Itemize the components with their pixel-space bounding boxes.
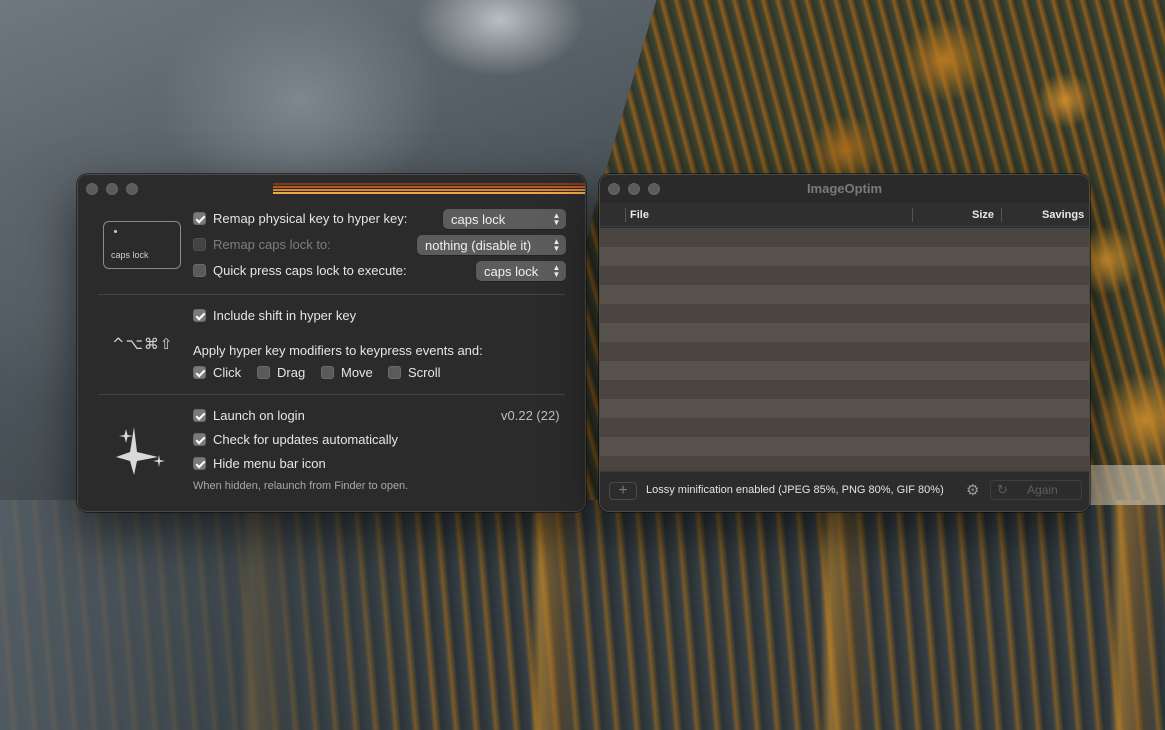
event-scroll-row[interactable]: Scroll xyxy=(388,365,441,380)
quick-press-label: Quick press caps lock to execute: xyxy=(213,263,407,278)
chevron-updown-icon: ▲ ▼ xyxy=(552,237,561,253)
file-table-body[interactable] xyxy=(600,228,1089,471)
imageoptim-window: ImageOptim File Size Savings + Lossy min… xyxy=(599,174,1090,512)
event-drag-row[interactable]: Drag xyxy=(257,365,305,380)
hyperkey-settings-window: caps lock Remap physical key to hyper ke… xyxy=(77,174,586,512)
table-row xyxy=(600,437,1089,456)
hide-menu-bar-icon-checkbox[interactable] xyxy=(193,457,206,470)
quick-press-select-value: caps lock xyxy=(484,263,539,279)
table-row xyxy=(600,342,1089,361)
include-shift-label: Include shift in hyper key xyxy=(213,308,357,323)
close-button[interactable] xyxy=(86,183,98,195)
table-row xyxy=(600,399,1089,418)
section-divider xyxy=(98,394,565,395)
reload-icon: ↻ xyxy=(997,482,1008,497)
table-row xyxy=(600,304,1089,323)
status-bar: + Lossy minification enabled (JPEG 85%, … xyxy=(600,471,1089,511)
table-row xyxy=(600,228,1089,247)
table-row xyxy=(600,361,1089,380)
include-shift-row[interactable]: Include shift in hyper key xyxy=(193,308,356,323)
event-scroll-label: Scroll xyxy=(408,365,441,380)
modifier-keys-icon: ^⌥⌘⇧ xyxy=(112,335,174,353)
hidden-relaunch-note: When hidden, relaunch from Finder to ope… xyxy=(193,480,409,492)
event-scroll-checkbox[interactable] xyxy=(388,366,401,379)
event-click-checkbox[interactable] xyxy=(193,366,206,379)
launch-on-login-label: Launch on login xyxy=(213,408,305,423)
chevron-updown-icon: ▲ ▼ xyxy=(552,211,561,227)
again-button-label: Again xyxy=(1027,483,1058,497)
window-title: ImageOptim xyxy=(806,181,883,196)
event-drag-label: Drag xyxy=(277,365,306,380)
remap-caps-lock-select[interactable]: nothing (disable it) ▲ ▼ xyxy=(417,235,566,255)
apply-modifiers-label: Apply hyper key modifiers to keypress ev… xyxy=(193,343,483,358)
version-label: v0.22 (22) xyxy=(501,408,560,423)
check-updates-row[interactable]: Check for updates automatically xyxy=(193,432,398,447)
remap-key-select[interactable]: caps lock ▲ ▼ xyxy=(443,209,566,229)
table-row xyxy=(600,285,1089,304)
event-click-label: Click xyxy=(213,365,242,380)
quick-press-select[interactable]: caps lock ▲ ▼ xyxy=(476,261,566,281)
event-move-row[interactable]: Move xyxy=(321,365,373,380)
table-row xyxy=(600,380,1089,399)
remap-caps-lock-row: Remap caps lock to: xyxy=(193,237,331,252)
hide-menu-bar-icon-label: Hide menu bar icon xyxy=(213,456,326,471)
add-files-button[interactable]: + xyxy=(609,482,637,500)
event-move-label: Move xyxy=(341,365,373,380)
quick-press-checkbox[interactable] xyxy=(193,264,206,277)
column-divider xyxy=(912,208,913,222)
chevron-updown-icon: ▲ ▼ xyxy=(552,263,561,279)
gear-icon[interactable]: ⚙ xyxy=(966,481,979,499)
column-divider xyxy=(1001,208,1002,222)
table-row xyxy=(600,266,1089,285)
check-updates-checkbox[interactable] xyxy=(193,433,206,446)
sparkles-icon xyxy=(116,427,165,475)
lossy-status-text: Lossy minification enabled (JPEG 85%, PN… xyxy=(646,484,944,496)
column-header-file[interactable]: File xyxy=(630,203,649,227)
zoom-button[interactable] xyxy=(126,183,138,195)
launch-on-login-row[interactable]: Launch on login xyxy=(193,408,305,423)
event-move-checkbox[interactable] xyxy=(321,366,334,379)
column-divider xyxy=(625,208,626,222)
table-row xyxy=(600,323,1089,342)
table-row xyxy=(600,456,1089,471)
titlebar-stripes xyxy=(273,183,585,197)
column-header-savings[interactable]: Savings xyxy=(1042,203,1084,227)
minimize-button[interactable] xyxy=(106,183,118,195)
caps-lock-keycap-icon: caps lock xyxy=(103,221,181,269)
again-button[interactable]: ↻ Again xyxy=(990,480,1082,500)
include-shift-checkbox[interactable] xyxy=(193,309,206,322)
remap-caps-lock-label: Remap caps lock to: xyxy=(213,237,331,252)
table-row xyxy=(600,418,1089,437)
hide-menu-bar-icon-row[interactable]: Hide menu bar icon xyxy=(193,456,326,471)
file-table-header: File Size Savings xyxy=(600,203,1089,227)
remap-physical-key-row[interactable]: Remap physical key to hyper key: xyxy=(193,211,407,226)
keycap-label: caps lock xyxy=(111,250,149,260)
table-row xyxy=(600,247,1089,266)
column-header-size[interactable]: Size xyxy=(972,203,994,227)
caps-lock-led xyxy=(114,230,117,233)
section-divider xyxy=(98,294,565,295)
event-drag-checkbox[interactable] xyxy=(257,366,270,379)
quick-press-row[interactable]: Quick press caps lock to execute: xyxy=(193,263,407,278)
remap-key-select-value: caps lock xyxy=(451,211,506,227)
remap-caps-lock-checkbox[interactable] xyxy=(193,238,206,251)
launch-on-login-checkbox[interactable] xyxy=(193,409,206,422)
remap-physical-key-checkbox[interactable] xyxy=(193,212,206,225)
remap-caps-lock-select-value: nothing (disable it) xyxy=(425,237,532,253)
check-updates-label: Check for updates automatically xyxy=(213,432,398,447)
remap-physical-key-label: Remap physical key to hyper key: xyxy=(213,211,408,226)
event-click-row[interactable]: Click xyxy=(193,365,241,380)
window-controls xyxy=(86,183,138,195)
